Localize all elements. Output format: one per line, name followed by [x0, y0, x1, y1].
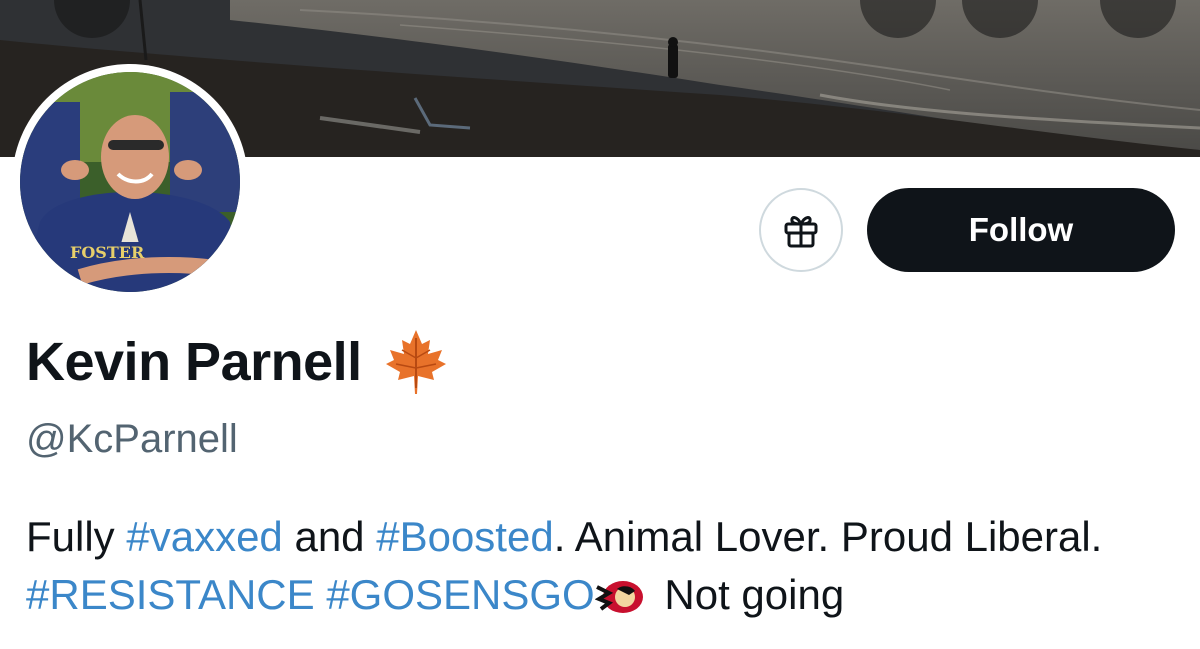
handle: @KcParnell: [26, 417, 238, 461]
bio-text: Fully: [26, 513, 127, 560]
name-row: Kevin Parnell: [26, 328, 448, 396]
display-name: Kevin Parnell: [26, 332, 362, 392]
gift-icon: [784, 216, 818, 248]
gift-button[interactable]: [759, 188, 843, 272]
follow-button[interactable]: Follow: [867, 188, 1175, 272]
hashtag-vaxxed[interactable]: #vaxxed: [126, 513, 282, 560]
hashtag-gosensgo[interactable]: #GOSENSGO: [326, 571, 594, 618]
bio: Fully #vaxxed and #Boosted. Animal Lover…: [26, 508, 1196, 624]
maple-leaf-emoji: [385, 330, 446, 394]
bio-text: and: [282, 513, 377, 560]
bio-text: . Animal Lover. Proud Liberal.: [553, 513, 1103, 560]
ottawa-senators-logo-emoji: [594, 581, 643, 613]
avatar-photo: FOSTER: [20, 72, 240, 292]
bio-text: [315, 571, 327, 618]
hashtag-resistance[interactable]: #RESISTANCE: [26, 571, 315, 618]
hashtag-boosted[interactable]: #Boosted: [376, 513, 553, 560]
bio-text: Not going: [652, 571, 845, 618]
avatar[interactable]: FOSTER: [12, 64, 248, 300]
